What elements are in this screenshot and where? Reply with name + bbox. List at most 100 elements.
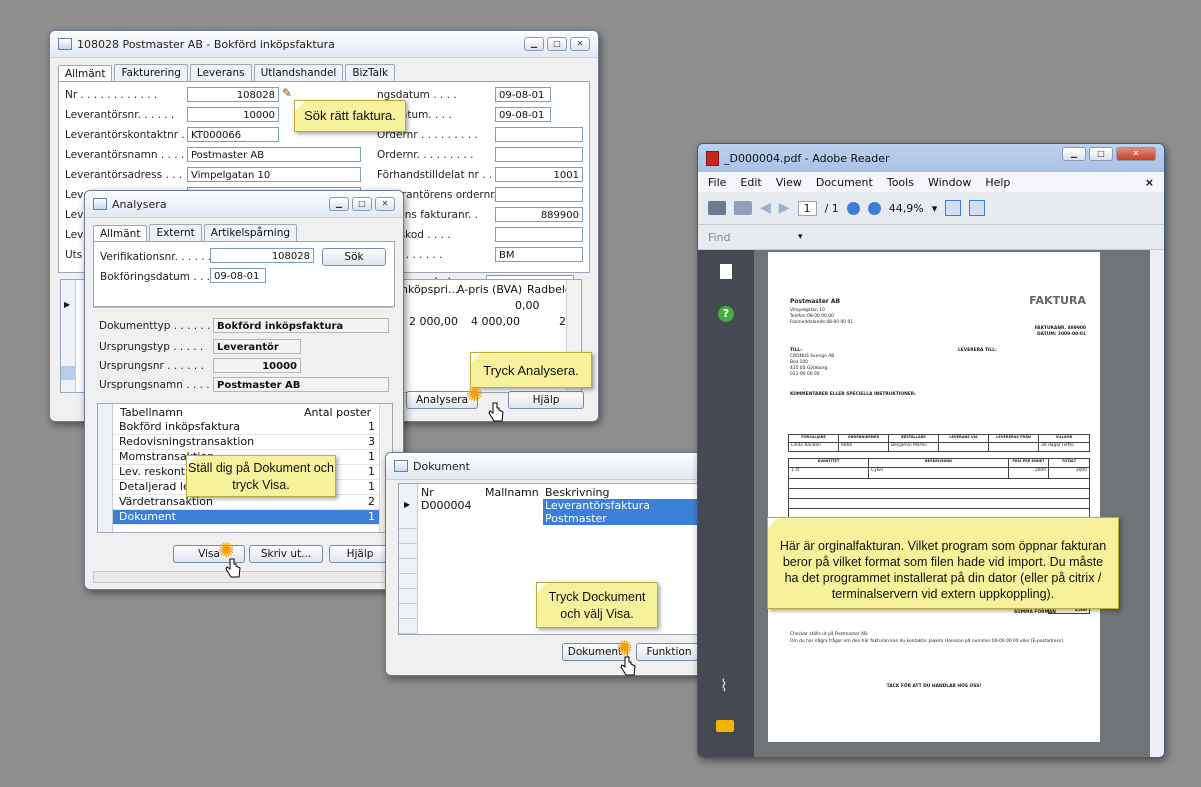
tabell-count-cell: 1 (368, 420, 375, 433)
menu-window[interactable]: Window (928, 176, 971, 189)
forhandstilldelat-field[interactable]: 1001 (495, 167, 583, 182)
field-label: Ursprungstyp . . . . . (99, 340, 204, 353)
attachment-icon[interactable]: ⌇ (720, 676, 728, 695)
hand-cursor-icon (488, 402, 504, 422)
field-label: Ursprungsnamn . . . . . (99, 378, 217, 391)
t2-header: PRIS PER ENHET (1009, 459, 1049, 467)
zoom-dropdown-icon[interactable]: ▾ (932, 202, 938, 215)
invoice-heading: FAKTURA (1029, 294, 1086, 307)
minimize-button[interactable]: ▁ (1062, 147, 1086, 161)
col-header: A-pris (BVA) (457, 283, 523, 296)
ordernr2-field[interactable] (495, 147, 583, 162)
minimize-button[interactable]: ▁ (524, 37, 544, 51)
dokumentdatum-field[interactable]: 09-08-01 (495, 107, 551, 122)
field-label: Förhandstilldelat nr . . . (377, 168, 499, 181)
funktion-button[interactable]: Funktion (636, 643, 702, 661)
maximize-button[interactable]: □ (352, 197, 372, 211)
bokforingsdatum-field[interactable]: 09-08-01 (210, 268, 266, 283)
ursprungsnr-field: 10000 (213, 358, 301, 373)
tab-leverans[interactable]: Leverans (189, 64, 252, 81)
skriv-ut-button[interactable]: Skriv ut... (249, 545, 323, 563)
verifikationsnr-field[interactable]: 108028 (210, 248, 314, 263)
dokument-nr-cell: D000004 (421, 499, 472, 512)
lev-fakturanr-field[interactable]: 889900 (495, 207, 583, 222)
menu-document[interactable]: Document (816, 176, 873, 189)
zoom-in-icon[interactable] (867, 201, 881, 215)
fit-width-icon[interactable] (969, 200, 986, 216)
tab-fakturering[interactable]: Fakturering (114, 64, 188, 81)
minimize-button[interactable]: ▁ (329, 197, 349, 211)
app-icon (394, 460, 408, 472)
leverantorsnr-field[interactable]: 10000 (187, 107, 279, 122)
tabell-row[interactable]: Bokförd inköpsfaktura 1 (113, 420, 379, 435)
pencil-icon[interactable]: ✎ (282, 86, 292, 100)
kommentar-label: KOMMENTARER ELLER SPECIELLA INSTRUKTIONE… (790, 392, 916, 397)
prev-page-icon[interactable]: ◀ (760, 200, 771, 216)
t1-cell (989, 443, 1039, 451)
menu-view[interactable]: View (776, 176, 802, 189)
fit-page-icon[interactable] (945, 200, 962, 216)
pdf-menu-bar: File Edit View Document Tools Window Hel… (698, 172, 1164, 192)
comments-icon[interactable] (716, 720, 734, 732)
tab-allmant[interactable]: Allmänt (93, 225, 148, 242)
col-header: Antal poster (304, 406, 372, 419)
tabell-row[interactable]: Dokument 1 (113, 510, 379, 525)
tabell-name-cell: Redovisningstransaktion (119, 435, 255, 448)
cell: 0,00 (515, 299, 540, 312)
nr-field[interactable]: 108028 (187, 87, 279, 102)
tab-externt[interactable]: Externt (149, 224, 202, 241)
tabell-row[interactable]: Redovisningstransaktion 3 (113, 435, 379, 450)
tab-allmant[interactable]: Allmänt (58, 65, 113, 82)
sok-button[interactable]: Sök (322, 248, 386, 266)
tabell-row[interactable]: Värdetransaktion 2 (113, 495, 379, 510)
horizontal-scrollbar[interactable] (93, 571, 395, 583)
email-icon[interactable] (734, 201, 752, 215)
hjalp-button[interactable]: Hjälp (329, 545, 391, 563)
menu-help[interactable]: Help (985, 176, 1010, 189)
next-page-icon[interactable]: ▶ (779, 200, 790, 216)
field-label: Ordernr. . . . . . . . . (377, 148, 474, 161)
lev-ordernr-field[interactable] (495, 187, 583, 202)
menu-tools[interactable]: Tools (887, 176, 914, 189)
close-button[interactable]: ✕ (570, 37, 590, 51)
invoice-window-title: 108028 Postmaster AB - Bokförd inköpsfak… (77, 37, 335, 51)
dokument-beskrivning-cell: Leverantörsfaktura Postmaster (543, 499, 702, 525)
tab-artikelsparning[interactable]: Artikelspårning (203, 224, 298, 241)
help-icon[interactable]: ? (718, 306, 734, 322)
analysera-title-bar: Analysera ▁ □ ✕ (85, 191, 403, 218)
zoom-level[interactable]: 44,9% (889, 202, 924, 215)
maximize-button[interactable]: □ (547, 37, 567, 51)
maximize-button[interactable]: □ (1089, 147, 1113, 161)
pages-icon[interactable] (720, 264, 732, 279)
kontaktnr-field[interactable]: KT000066 (187, 127, 279, 142)
kod-field[interactable]: BM (495, 247, 583, 262)
menu-edit[interactable]: Edit (740, 176, 761, 189)
pdf-scrollbar[interactable] (1150, 250, 1164, 757)
find-input[interactable]: Find (708, 231, 798, 244)
leverantorsadress-field[interactable]: Vimpelgatan 10 (187, 167, 361, 182)
menu-file[interactable]: File (708, 176, 726, 189)
page-number-input[interactable]: 1 (797, 200, 817, 216)
till-line: 031-00 00 00 (790, 372, 820, 377)
field-label: Verifikationsnr. . . . . . (100, 250, 212, 263)
close-button[interactable]: ✕ (375, 197, 395, 211)
print-icon[interactable] (708, 201, 726, 215)
hjalp-button[interactable]: Hjälp (508, 391, 584, 409)
bokforingsdatum-field[interactable]: 09-08-01 (495, 87, 551, 102)
table-row[interactable]: ▶ D000004 Leverantörsfaktura Postmaster (399, 499, 702, 525)
invoice-thanks: TACK FÖR ATT DU HANDLAR HOS OSS! (886, 684, 982, 689)
menu-close-icon[interactable]: × (1145, 176, 1154, 189)
pdf-app-icon (706, 150, 719, 166)
ordernr-field[interactable] (495, 127, 583, 142)
leverantorsnamn-field[interactable]: Postmaster AB (187, 147, 361, 162)
analysera-window: Analysera ▁ □ ✕ Allmänt Externt Artikels… (84, 190, 404, 590)
tab-utlandshandel[interactable]: Utlandshandel (253, 64, 344, 81)
tab-biztalk[interactable]: BizTalk (345, 64, 396, 81)
find-dropdown-icon[interactable]: ▾ (798, 232, 803, 242)
hand-cursor-icon (225, 558, 241, 578)
close-button[interactable]: ✕ (1116, 147, 1156, 161)
t2-header: KVANTITET (789, 459, 869, 467)
invoice-title-bar: 108028 Postmaster AB - Bokförd inköpsfak… (50, 31, 598, 58)
zoom-out-icon[interactable] (846, 201, 860, 215)
adresskod-field[interactable] (495, 227, 583, 242)
